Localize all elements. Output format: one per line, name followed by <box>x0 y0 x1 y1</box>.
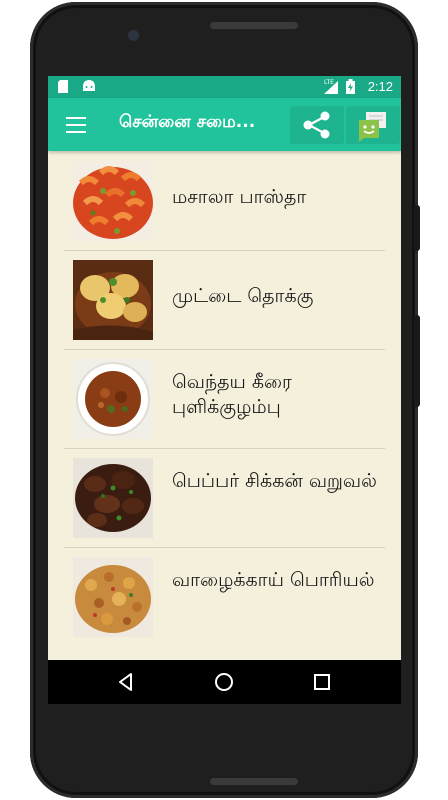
vazhakkai-poriyal-thumbnail <box>73 557 153 637</box>
app-title: சென்னை சமை... <box>119 112 256 132</box>
list-item[interactable]: வெந்தய கீரை புளிக்குழம்பு <box>64 349 385 449</box>
recipe-title: வெந்தய கீரை புளிக்குழம்பு <box>172 371 292 418</box>
signal-icon <box>324 81 338 94</box>
list-item[interactable]: முட்டை தொக்கு <box>64 250 385 350</box>
recipe-title: முட்டை தொக்கு <box>172 285 314 307</box>
list-item[interactable]: பெப்பர் சிக்கன் வறுவல் <box>64 448 385 548</box>
recipe-title: மசாலா பாஸ்தா <box>172 186 307 208</box>
screen: LTE 2:12 சென்னை சமை... மசாலா பாஸ்தா முட்… <box>48 76 401 704</box>
volume-button <box>414 315 420 407</box>
front-camera <box>128 30 139 41</box>
message-button[interactable] <box>346 106 400 144</box>
venthaya-keerai-puli-kuzhambu-thumbnail <box>73 359 153 439</box>
pepper-chicken-varuval-thumbnail <box>73 458 153 538</box>
menu-icon[interactable] <box>66 117 86 133</box>
clock: 2:12 <box>367 79 393 94</box>
list-item[interactable]: மசாலா பாஸ்தா <box>64 151 385 251</box>
top-speaker <box>210 22 298 29</box>
message-icon <box>359 112 386 142</box>
home-icon[interactable] <box>212 670 236 694</box>
masala-pasta-thumbnail <box>73 161 153 241</box>
bottom-speaker <box>210 778 298 785</box>
power-button <box>414 205 420 251</box>
egg-thokku-thumbnail <box>73 260 153 340</box>
recents-icon[interactable] <box>310 670 334 694</box>
recipe-title: பெப்பர் சிக்கன் வறுவல் <box>172 470 377 492</box>
navigation-bar <box>48 660 401 704</box>
status-bar: LTE 2:12 <box>48 76 401 98</box>
list-item[interactable]: வாழைக்காய் பொரியல் <box>64 547 385 646</box>
battery-charging-icon <box>346 79 355 94</box>
share-button[interactable] <box>290 106 344 144</box>
sim-card-icon <box>58 80 68 93</box>
app-bar: சென்னை சமை... <box>48 98 401 151</box>
back-icon[interactable] <box>114 670 138 694</box>
android-icon <box>83 80 95 91</box>
recipe-title: வாழைக்காய் பொரியல் <box>172 569 375 591</box>
share-icon <box>303 111 330 139</box>
